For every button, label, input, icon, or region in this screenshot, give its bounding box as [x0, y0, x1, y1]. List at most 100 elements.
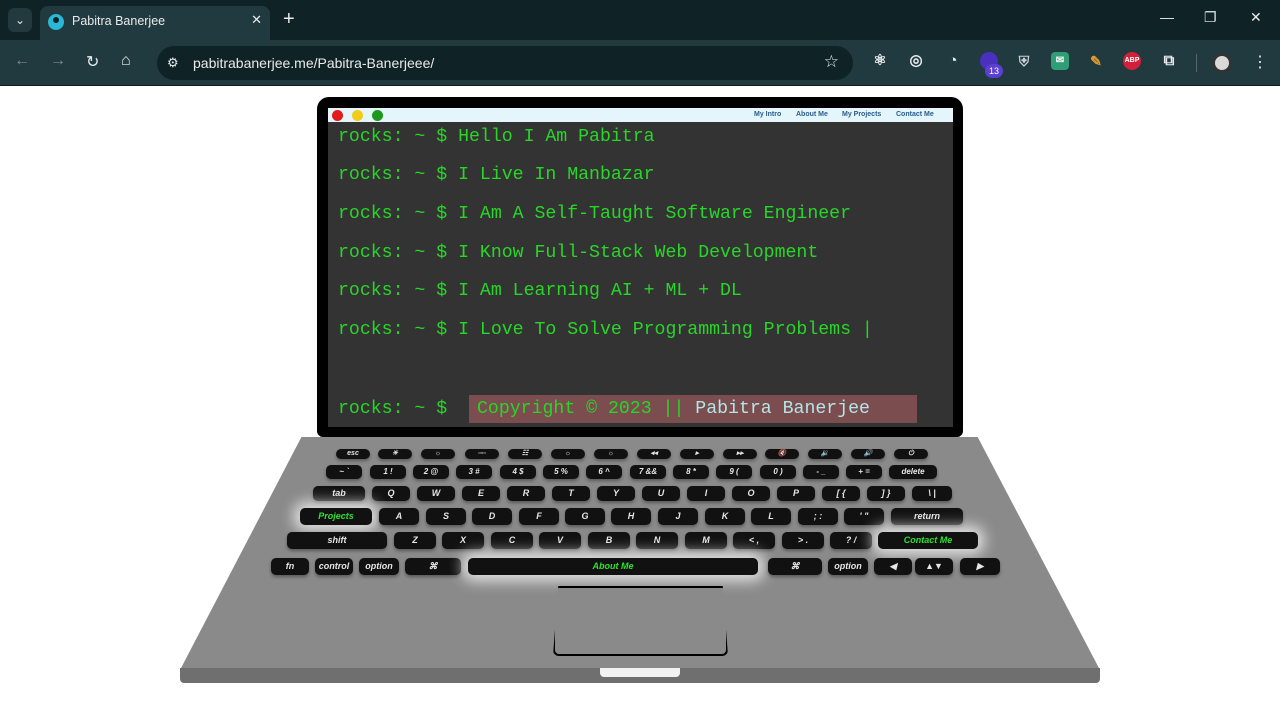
address-bar[interactable]: ⚙ pabitrabanerjee.me/Pabitra-Banerjeee/ … [157, 46, 853, 80]
key-about-me[interactable]: About Me [468, 558, 758, 575]
close-tab-icon[interactable]: ✕ [251, 12, 262, 28]
keyboard-key[interactable]: Z [394, 532, 436, 549]
keyboard-key[interactable]: control [315, 558, 353, 575]
keyboard-key[interactable]: \ | [912, 486, 952, 501]
keyboard-key[interactable]: 6 ^ [586, 465, 622, 479]
keyboard-key[interactable]: G [565, 508, 605, 525]
keyboard-key[interactable]: ☼ [594, 449, 628, 459]
keyboard-key[interactable]: E [462, 486, 500, 501]
keyboard-key[interactable]: 5 % [543, 465, 579, 479]
keyboard-key[interactable]: esc [336, 449, 370, 459]
keyboard-key[interactable]: delete [889, 465, 937, 479]
keyboard-key[interactable]: S [426, 508, 466, 525]
keyboard-key[interactable]: ⌘ [405, 558, 461, 575]
keyboard-key[interactable]: M [685, 532, 727, 549]
reload-icon[interactable]: ↻ [86, 52, 99, 72]
keyboard-key[interactable]: 9 ( [716, 465, 752, 479]
keyboard-key[interactable]: ☼ [421, 449, 455, 459]
keyboard-key[interactable]: + = [846, 465, 882, 479]
keyboard-key[interactable]: ~ ` [326, 465, 362, 479]
url-text[interactable]: pabitrabanerjee.me/Pabitra-Banerjeee/ [193, 55, 434, 71]
keyboard-key[interactable]: I [687, 486, 725, 501]
keyboard-key[interactable]: ] } [867, 486, 905, 501]
keyboard-key[interactable]: Y [597, 486, 635, 501]
keyboard-key[interactable]: ▶ [960, 558, 1000, 575]
keyboard-key[interactable]: ▸▸ [723, 449, 757, 459]
keyboard-key[interactable]: R [507, 486, 545, 501]
speedometer-extension-icon[interactable]: ◔ [944, 52, 962, 70]
keyboard-key[interactable]: ▫▫▫ [465, 449, 499, 459]
keyboard-key[interactable]: X [442, 532, 484, 549]
keyboard-key[interactable]: 0 ) [760, 465, 796, 479]
keyboard-key[interactable]: ☷ [508, 449, 542, 459]
trackpad[interactable] [553, 586, 728, 656]
keyboard-key[interactable]: < , [733, 532, 775, 549]
forward-arrow-icon[interactable]: → [50, 52, 66, 70]
keyboard-key[interactable]: 2 @ [413, 465, 449, 479]
keyboard-key[interactable]: option [828, 558, 868, 575]
keyboard-key[interactable]: N [636, 532, 678, 549]
nav-my-intro[interactable]: My Intro [754, 111, 781, 118]
keyboard-key[interactable]: ◂◂ [637, 449, 671, 459]
keyboard-key[interactable]: fn [271, 558, 309, 575]
keyboard-key[interactable]: 7 && [630, 465, 666, 479]
keyboard-key[interactable]: ⌘ [768, 558, 822, 575]
keyboard-key[interactable]: 1 ! [370, 465, 406, 479]
keyboard-key[interactable]: 4 $ [500, 465, 536, 479]
keyboard-key[interactable]: return [891, 508, 963, 525]
browser-menu-icon[interactable]: ⋮ [1252, 52, 1268, 72]
keyboard-key[interactable]: ☀ [378, 449, 412, 459]
keyboard-key[interactable]: ' " [844, 508, 884, 525]
keyboard-key[interactable]: O [732, 486, 770, 501]
nav-contact-me[interactable]: Contact Me [896, 111, 934, 118]
react-devtools-extension-icon[interactable]: ⚛ [871, 52, 889, 70]
site-settings-icon[interactable]: ⚙ [167, 55, 179, 71]
keyboard-key[interactable]: > . [782, 532, 824, 549]
keyboard-key[interactable]: H [611, 508, 651, 525]
keyboard-key[interactable]: option [359, 558, 399, 575]
nav-about-me[interactable]: About Me [796, 111, 828, 118]
keyboard-key[interactable]: [ { [822, 486, 860, 501]
keyboard-key[interactable]: P [777, 486, 815, 501]
keyboard-key[interactable]: 3 # [456, 465, 492, 479]
new-tab-icon[interactable]: + [283, 8, 295, 30]
keyboard-key[interactable]: K [705, 508, 745, 525]
keyboard-key[interactable]: 🔇 [765, 449, 799, 459]
keyboard-key[interactable]: 🔊 [851, 449, 885, 459]
key-contact-me[interactable]: Contact Me [878, 532, 978, 549]
keyboard-key[interactable]: D [472, 508, 512, 525]
keyboard-key[interactable]: 8 * [673, 465, 709, 479]
keyboard-key[interactable]: J [658, 508, 698, 525]
maximize-dot-icon[interactable] [372, 110, 383, 121]
keyboard-key[interactable]: L [751, 508, 791, 525]
browser-tab[interactable]: Pabitra Banerjee ✕ [40, 6, 270, 40]
keyboard-key[interactable]: - _ [803, 465, 839, 479]
keyboard-key[interactable]: ◀ [874, 558, 912, 575]
keyboard-key[interactable]: shift [287, 532, 387, 549]
keyboard-key[interactable]: ☼ [551, 449, 585, 459]
extensions-puzzle-icon[interactable]: ⧉ [1160, 52, 1178, 70]
keyboard-key[interactable]: T [552, 486, 590, 501]
close-window-icon[interactable]: ✕ [1250, 9, 1262, 26]
pen-extension-icon[interactable]: ✎ [1087, 52, 1105, 70]
nav-my-projects[interactable]: My Projects [842, 111, 881, 118]
mail-extension-icon[interactable]: ✉ [1051, 52, 1069, 70]
home-icon[interactable]: ⌂ [121, 52, 131, 70]
profile-avatar[interactable] [1212, 53, 1232, 73]
keyboard-key[interactable]: ▲▼ [915, 558, 953, 575]
keyboard-key[interactable]: ▸ [680, 449, 714, 459]
bookmark-star-icon[interactable]: ☆ [824, 52, 839, 72]
keyboard-key[interactable]: U [642, 486, 680, 501]
minimize-dot-icon[interactable] [352, 110, 363, 121]
restore-window-icon[interactable]: ❐ [1204, 9, 1217, 26]
back-arrow-icon[interactable]: ← [14, 52, 30, 70]
keyboard-key[interactable]: A [379, 508, 419, 525]
target-extension-icon[interactable]: ◎ [907, 52, 925, 70]
keyboard-key[interactable]: ⏻ [894, 449, 928, 459]
keyboard-key[interactable]: 🔉 [808, 449, 842, 459]
minimize-window-icon[interactable]: — [1160, 9, 1174, 25]
keyboard-key[interactable]: ? / [830, 532, 872, 549]
keyboard-key[interactable]: C [491, 532, 533, 549]
keyboard-key[interactable]: V [539, 532, 581, 549]
tab-search-chevron-icon[interactable]: ⌄ [8, 8, 32, 32]
